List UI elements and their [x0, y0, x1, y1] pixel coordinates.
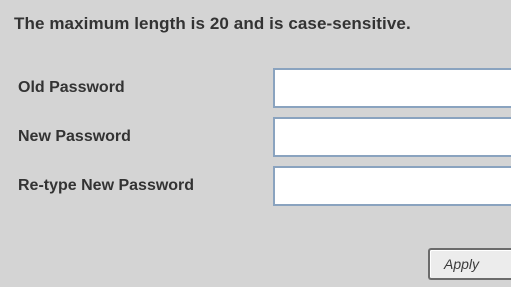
retype-password-label: Re-type New Password	[18, 177, 195, 194]
old-password-field[interactable]	[273, 68, 511, 108]
password-change-panel: The maximum length is 20 and is case-sen…	[0, 0, 511, 287]
new-password-row: New Password	[0, 117, 511, 161]
new-password-field[interactable]	[273, 117, 511, 157]
password-requirements-note: The maximum length is 20 and is case-sen…	[14, 14, 411, 33]
new-password-label: New Password	[18, 128, 131, 145]
old-password-label: Old Password	[18, 79, 125, 96]
retype-password-row: Re-type New Password	[0, 166, 511, 210]
old-password-row: Old Password	[0, 68, 511, 112]
apply-button[interactable]: Apply	[428, 248, 511, 280]
retype-password-field[interactable]	[273, 166, 511, 206]
